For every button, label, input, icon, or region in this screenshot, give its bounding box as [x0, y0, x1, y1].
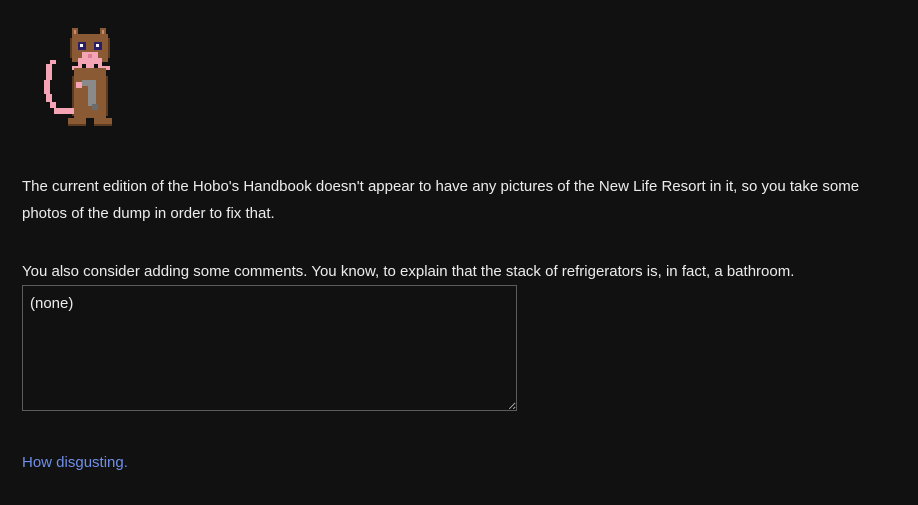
page: The current edition of the Hobo's Handbo… [0, 0, 918, 505]
comments-prompt: You also consider adding some comments. … [22, 263, 795, 280]
pixel-creature-icon [42, 24, 118, 132]
intro-text: The current edition of the Hobo's Handbo… [22, 178, 860, 222]
comments-textarea[interactable]: (none) [22, 285, 517, 411]
cat-creature-icon [44, 28, 112, 126]
how-disgusting-link[interactable]: How disgusting. [22, 452, 128, 474]
